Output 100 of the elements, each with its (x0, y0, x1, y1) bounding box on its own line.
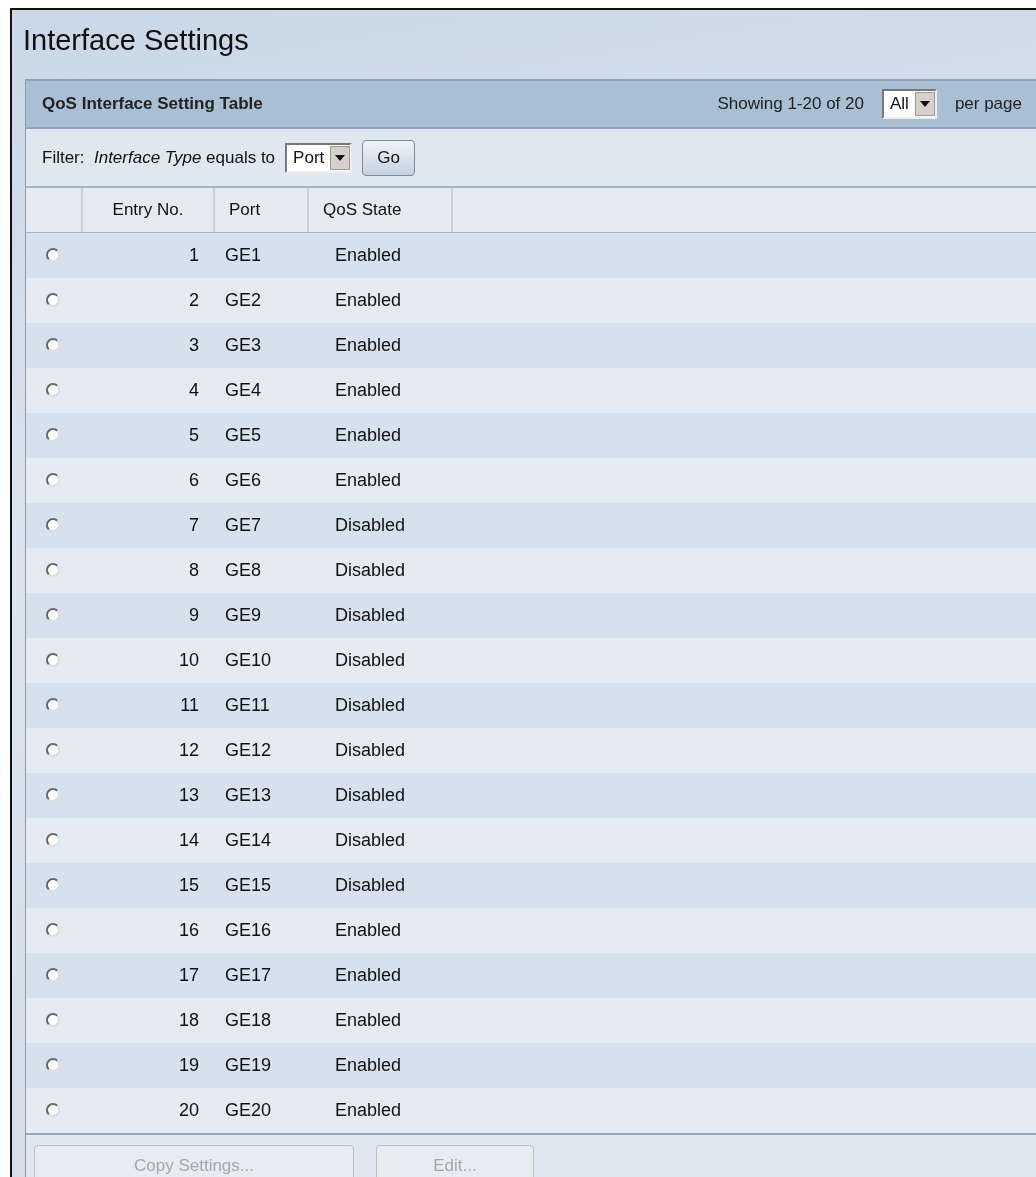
port-name: GE2 (225, 289, 262, 310)
port-name: GE10 (225, 649, 272, 670)
table-row[interactable]: 7 GE7 Disabled (26, 503, 1036, 548)
qos-state: Enabled (335, 469, 402, 490)
entry-number: 19 (178, 1054, 199, 1075)
radio-button[interactable] (46, 608, 60, 622)
table-row[interactable]: 2 GE2 Enabled (26, 278, 1036, 323)
radio-button[interactable] (46, 968, 60, 982)
radio-button[interactable] (46, 653, 60, 667)
table-row[interactable]: 10 GE10 Disabled (26, 638, 1036, 683)
radio-button[interactable] (46, 788, 60, 802)
qos-state: Enabled (335, 244, 402, 265)
port-name: GE14 (225, 829, 272, 850)
table-row[interactable]: 18 GE18 Enabled (26, 998, 1036, 1043)
entry-number: 10 (178, 649, 199, 670)
qos-state: Disabled (335, 694, 406, 715)
port-name: GE13 (225, 784, 272, 805)
radio-button[interactable] (46, 1013, 60, 1027)
radio-button[interactable] (46, 833, 60, 847)
qos-state: Enabled (335, 1009, 402, 1030)
per-page-select[interactable]: All (881, 89, 937, 119)
entry-number: 15 (178, 874, 199, 895)
table-row[interactable]: 20 GE20 Enabled (26, 1088, 1036, 1133)
radio-button[interactable] (46, 743, 60, 757)
table-row[interactable]: 15 GE15 Disabled (26, 863, 1036, 908)
entry-number: 18 (178, 1009, 199, 1030)
go-button[interactable]: Go (362, 139, 415, 176)
table-row[interactable]: 1 GE1 Enabled (26, 233, 1036, 278)
table-title: QoS Interface Setting Table (42, 94, 264, 114)
port-name: GE7 (225, 514, 262, 535)
radio-button[interactable] (46, 1103, 60, 1117)
radio-button[interactable] (46, 293, 60, 307)
qos-state: Disabled (335, 559, 406, 580)
port-name: GE8 (225, 559, 262, 580)
port-name: GE18 (225, 1009, 272, 1030)
radio-button[interactable] (46, 473, 60, 487)
radio-button[interactable] (46, 923, 60, 937)
entry-number: 16 (178, 919, 199, 940)
table-row[interactable]: 3 GE3 Enabled (26, 323, 1036, 368)
table-row[interactable]: 11 GE11 Disabled (26, 683, 1036, 728)
radio-button[interactable] (46, 518, 60, 532)
entry-number: 11 (180, 694, 199, 715)
entry-number: 14 (178, 829, 199, 850)
filter-text: Filter: Interface Type equals to (42, 147, 276, 168)
showing-count: Showing 1-20 of 20 (717, 94, 864, 114)
radio-button[interactable] (46, 338, 60, 352)
per-page-label: per page (954, 94, 1022, 114)
radio-button[interactable] (46, 1058, 60, 1072)
entry-number: 20 (178, 1099, 199, 1120)
column-header: QoS State (323, 200, 402, 220)
port-name: GE11 (225, 694, 270, 715)
port-name: GE5 (225, 424, 262, 445)
port-name: GE19 (225, 1054, 272, 1075)
port-name: GE6 (225, 469, 262, 490)
entry-number: 1 (189, 244, 199, 265)
column-header: Entry No. (112, 200, 184, 220)
qos-state: Disabled (335, 784, 406, 805)
entry-number: 17 (178, 964, 199, 985)
qos-state: Enabled (335, 1054, 402, 1075)
radio-button[interactable] (46, 383, 60, 397)
port-name: GE12 (225, 739, 272, 760)
radio-button[interactable] (46, 878, 60, 892)
port-name: GE1 (225, 244, 262, 265)
qos-state: Enabled (335, 919, 402, 940)
entry-number: 4 (189, 379, 199, 400)
qos-state: Disabled (335, 604, 406, 625)
table-row[interactable]: 8 GE8 Disabled (26, 548, 1036, 593)
entry-number: 9 (189, 604, 199, 625)
radio-button[interactable] (46, 428, 60, 442)
port-name: GE9 (225, 604, 262, 625)
port-name: GE20 (225, 1099, 272, 1120)
table-row[interactable]: 17 GE17 Enabled (26, 953, 1036, 998)
table-row[interactable]: 19 GE19 Enabled (26, 1043, 1036, 1088)
radio-button[interactable] (46, 563, 60, 577)
table-row[interactable]: 12 GE12 Disabled (26, 728, 1036, 773)
table-row[interactable]: 9 GE9 Disabled (26, 593, 1036, 638)
qos-state: Enabled (335, 289, 402, 310)
port-name: GE3 (225, 334, 262, 355)
entry-number: 2 (189, 289, 199, 310)
radio-button[interactable] (46, 698, 60, 712)
qos-state: Enabled (335, 334, 402, 355)
entry-number: 8 (189, 559, 199, 580)
qos-state: Enabled (335, 1099, 402, 1120)
port-name: GE17 (225, 964, 272, 985)
table-row[interactable]: 13 GE13 Disabled (26, 773, 1036, 818)
table-row[interactable]: 6 GE6 Enabled (26, 458, 1036, 503)
entry-number: 7 (189, 514, 199, 535)
interface-type-select[interactable]: Port (285, 142, 353, 173)
table-row[interactable]: 16 GE16 Enabled (26, 908, 1036, 953)
entry-number: 13 (178, 784, 199, 805)
table-row[interactable]: 5 GE5 Enabled (26, 413, 1036, 458)
qos-state: Enabled (335, 424, 402, 445)
table-row[interactable]: 14 GE14 Disabled (26, 818, 1036, 863)
table-row[interactable]: 4 GE4 Enabled (26, 368, 1036, 413)
qos-state: Enabled (335, 379, 402, 400)
dropdown-arrow-icon (335, 154, 346, 161)
entry-number: 3 (189, 334, 199, 355)
radio-button[interactable] (46, 248, 60, 262)
entry-number: 12 (178, 739, 199, 760)
port-name: GE4 (225, 379, 262, 400)
